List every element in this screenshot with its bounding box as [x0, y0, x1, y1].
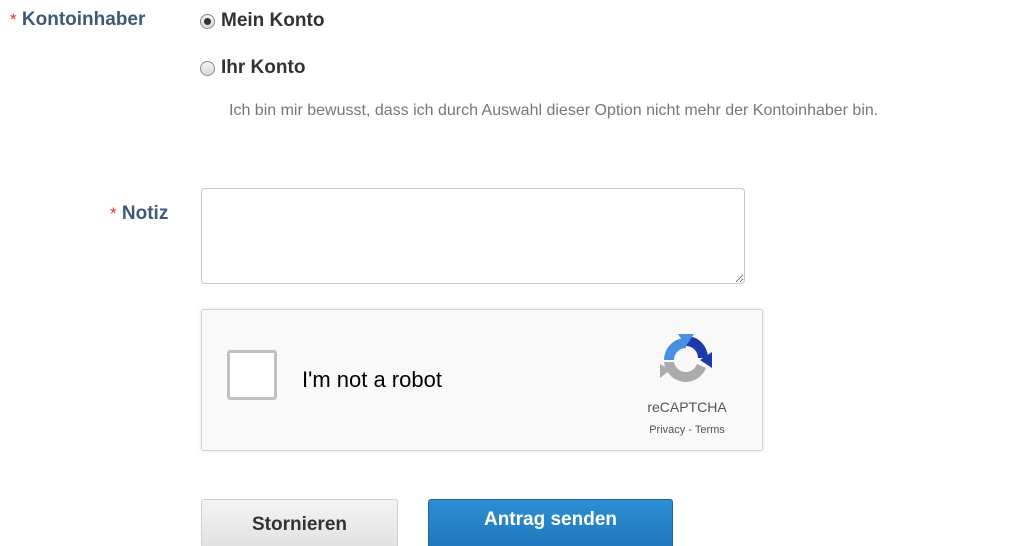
recaptcha-logo-icon: [660, 334, 712, 383]
radio-option-my-account[interactable]: Mein Konto: [200, 10, 324, 32]
required-marker: *: [10, 10, 17, 29]
recaptcha-links: Privacy - Terms: [632, 424, 742, 436]
radio-option-your-account[interactable]: Ihr Konto: [200, 57, 305, 79]
recaptcha-terms-link[interactable]: Terms: [695, 424, 725, 436]
recaptcha-privacy-link[interactable]: Privacy: [649, 424, 685, 436]
account-owner-label: * Kontoinhaber: [10, 9, 145, 31]
recaptcha-checkbox[interactable]: [227, 350, 277, 400]
radio-label-my-account[interactable]: Mein Konto: [221, 10, 324, 32]
submit-request-button[interactable]: Antrag senden: [428, 499, 673, 546]
cancel-button[interactable]: Stornieren: [201, 499, 398, 546]
radio-label-your-account[interactable]: Ihr Konto: [221, 57, 305, 79]
recaptcha-widget: I'm not a robot reCAPTCHA Privacy - Term…: [201, 309, 763, 451]
radio-button-my-account[interactable]: [200, 13, 215, 29]
note-label: * Notiz: [110, 203, 168, 225]
note-textarea[interactable]: [201, 188, 745, 284]
radio-button-your-account[interactable]: [200, 60, 215, 76]
account-owner-label-text: Kontoinhaber: [21, 9, 146, 30]
owner-change-hint: Ich bin mir bewusst, dass ich durch Ausw…: [229, 102, 879, 119]
note-label-text: Notiz: [121, 203, 169, 224]
recaptcha-brand: reCAPTCHA: [647, 399, 727, 415]
account-owner-form: * Kontoinhaber Mein Konto Ihr Konto Ich …: [0, 0, 1019, 546]
recaptcha-label: I'm not a robot: [302, 367, 442, 392]
required-marker: *: [110, 204, 117, 223]
recaptcha-link-separator: -: [685, 424, 695, 436]
